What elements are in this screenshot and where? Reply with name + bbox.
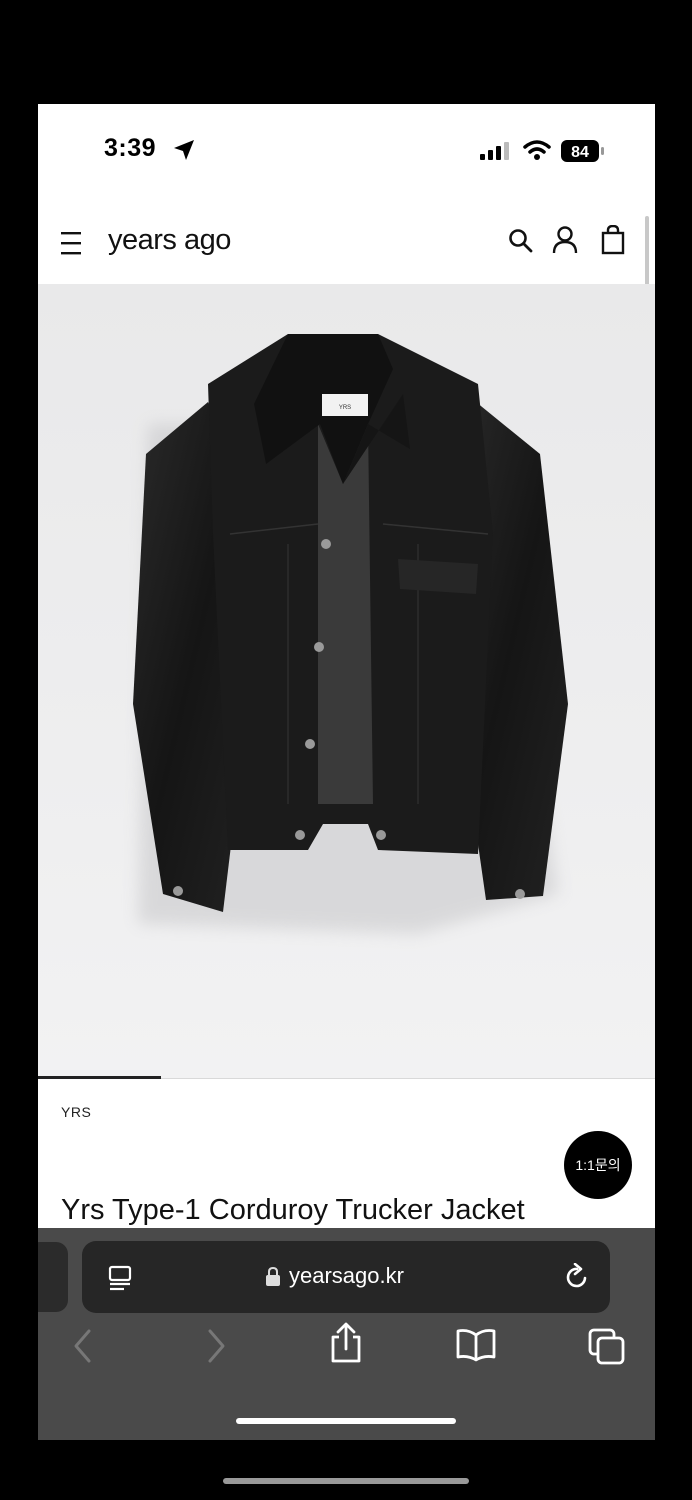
bookmarks-icon[interactable] — [455, 1328, 497, 1362]
browser-bottom-bar: yearsago.kr — [38, 1228, 655, 1440]
product-image[interactable]: YRS — [38, 284, 655, 1078]
back-icon[interactable] — [71, 1328, 95, 1364]
wifi-icon — [523, 140, 551, 160]
outer-home-indicator — [223, 1478, 469, 1484]
signal-icon — [480, 142, 509, 160]
user-icon[interactable] — [552, 225, 578, 255]
carousel-progress — [38, 1076, 161, 1079]
reader-icon[interactable] — [108, 1265, 134, 1291]
lock-icon — [266, 1267, 280, 1286]
url-text[interactable]: yearsago.kr — [289, 1263, 404, 1289]
bag-icon[interactable] — [601, 225, 625, 255]
site-logo[interactable]: years ago — [108, 224, 231, 257]
home-indicator[interactable] — [236, 1418, 456, 1424]
battery-icon: 84 — [560, 139, 606, 168]
status-bar: 3:39 84 — [38, 104, 655, 194]
site-header: years ago — [38, 194, 655, 284]
product-brand[interactable]: YRS — [61, 1104, 91, 1120]
share-icon[interactable] — [328, 1322, 364, 1364]
search-icon[interactable] — [508, 228, 534, 254]
phone-screen: 3:39 84 years ago YRS YRS 1:1문의 Yrs Type… — [38, 104, 655, 1440]
chat-inquiry-button[interactable]: 1:1문의 — [564, 1131, 632, 1199]
product-title: Yrs Type-1 Corduroy Trucker Jacket — [61, 1194, 525, 1226]
status-time: 3:39 — [104, 134, 157, 162]
previous-tab-preview[interactable] — [38, 1242, 68, 1312]
jacket-image: YRS — [133, 334, 568, 934]
tabs-icon[interactable] — [588, 1328, 626, 1366]
location-arrow-icon — [174, 140, 194, 160]
menu-icon[interactable] — [60, 230, 82, 256]
address-bar[interactable]: yearsago.kr — [82, 1241, 610, 1313]
reload-icon[interactable] — [564, 1263, 590, 1291]
battery-level: 84 — [571, 144, 589, 161]
jacket-label-text: YRS — [339, 405, 351, 411]
forward-icon[interactable] — [204, 1328, 228, 1364]
browser-toolbar — [38, 1322, 655, 1388]
